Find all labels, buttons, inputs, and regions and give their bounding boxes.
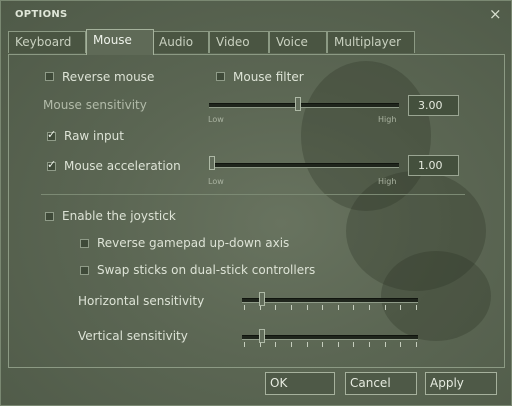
slider-tick: [291, 305, 292, 310]
mouse-sensitivity-value[interactable]: 3.00: [408, 95, 459, 116]
mouse-acceleration-checkbox[interactable]: [47, 158, 56, 171]
slider-tick: [369, 342, 370, 347]
enable-joystick-label: Enable the joystick: [62, 209, 176, 223]
mouse-acceleration-slider[interactable]: [209, 156, 215, 170]
tab-voice[interactable]: Voice: [269, 31, 327, 53]
reverse-gamepad-checkbox[interactable]: [80, 239, 89, 248]
tab-mouse[interactable]: Mouse: [86, 29, 154, 55]
acceleration-low-label: Low: [208, 177, 224, 186]
tab-video[interactable]: Video: [209, 31, 269, 53]
reverse-mouse-label: Reverse mouse: [62, 70, 155, 84]
mouse-acceleration-value[interactable]: 1.00: [408, 155, 459, 176]
slider-tick: [353, 342, 354, 347]
swap-sticks-label: Swap sticks on dual-stick controllers: [97, 263, 316, 277]
window-title: OPTIONS: [15, 9, 68, 20]
mouse-sensitivity-track: [209, 103, 399, 108]
slider-tick: [244, 305, 245, 310]
tab-keyboard[interactable]: Keyboard: [8, 31, 86, 53]
slider-tick: [291, 342, 292, 347]
slider-tick: [385, 342, 386, 347]
slider-tick: [275, 305, 276, 310]
vertical-sensitivity-label: Vertical sensitivity: [78, 329, 188, 343]
mouse-filter-label: Mouse filter: [233, 70, 304, 84]
slider-tick: [322, 305, 323, 310]
slider-tick: [416, 305, 417, 310]
horizontal-sensitivity-label: Horizontal sensitivity: [78, 294, 205, 308]
slider-tick: [353, 305, 354, 310]
mouse-acceleration-track: [209, 163, 399, 168]
raw-input-checkbox[interactable]: [47, 128, 56, 141]
apply-button[interactable]: Apply: [425, 372, 497, 395]
slider-tick: [369, 305, 370, 310]
raw-input-label: Raw input: [64, 129, 124, 143]
slider-tick: [385, 305, 386, 310]
cancel-button[interactable]: Cancel: [345, 372, 417, 395]
mouse-acceleration-label: Mouse acceleration: [64, 159, 181, 173]
slider-tick: [307, 342, 308, 347]
slider-tick: [322, 342, 323, 347]
options-dialog: OPTIONS × Keyboard Mouse Audio Video Voi…: [0, 0, 512, 406]
ok-button[interactable]: OK: [265, 372, 335, 395]
enable-joystick-checkbox[interactable]: [45, 212, 54, 221]
mouse-sensitivity-label: Mouse sensitivity: [43, 98, 147, 112]
slider-tick: [307, 305, 308, 310]
acceleration-high-label: High: [378, 177, 397, 186]
close-icon[interactable]: ×: [489, 5, 502, 23]
slider-tick: [400, 342, 401, 347]
reverse-mouse-checkbox[interactable]: [45, 72, 54, 81]
section-divider: [41, 194, 465, 195]
slider-tick: [338, 342, 339, 347]
swap-sticks-checkbox[interactable]: [80, 266, 89, 275]
horizontal-sensitivity-slider[interactable]: [259, 292, 265, 306]
slider-tick: [338, 305, 339, 310]
tab-audio[interactable]: Audio: [152, 31, 209, 53]
reverse-gamepad-label: Reverse gamepad up-down axis: [97, 236, 290, 250]
vertical-sensitivity-slider[interactable]: [259, 329, 265, 343]
sensitivity-high-label: High: [378, 115, 397, 124]
horizontal-sensitivity-track: [242, 298, 418, 303]
slider-tick: [275, 342, 276, 347]
slider-tick: [244, 342, 245, 347]
mouse-filter-checkbox[interactable]: [216, 72, 225, 81]
sensitivity-low-label: Low: [208, 115, 224, 124]
slider-tick: [416, 342, 417, 347]
tab-multiplayer[interactable]: Multiplayer: [327, 31, 415, 53]
vertical-sensitivity-track: [242, 335, 418, 340]
slider-tick: [400, 305, 401, 310]
mouse-sensitivity-slider[interactable]: [295, 97, 301, 111]
